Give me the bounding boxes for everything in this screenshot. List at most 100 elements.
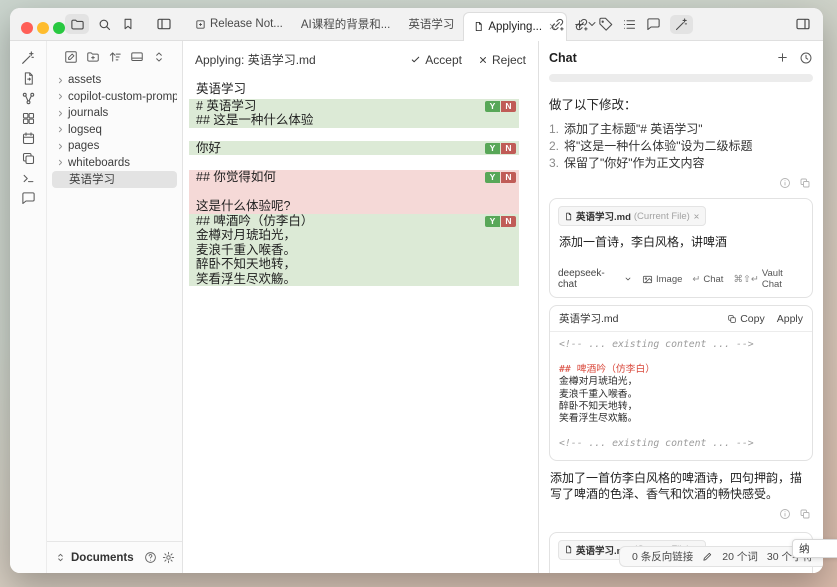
sort-order-icon[interactable] [108,50,122,64]
panel-left-icon [156,16,172,32]
copilot-wand-button[interactable] [670,15,693,34]
tag-icon[interactable] [598,17,613,32]
settings-gear-icon[interactable] [162,551,175,564]
file-icon [564,545,573,554]
code-line: 醉卧不知天地转， [559,401,803,413]
chat-label: Chat [703,274,723,285]
tree-folder-copilot-custom-prompts[interactable]: copilot-custom-prompts [52,89,177,106]
vault-name[interactable]: Documents [71,552,134,564]
tree-folder-logseq[interactable]: logseq [52,122,177,139]
info-icon[interactable] [779,508,791,520]
comments-icon[interactable] [646,17,661,32]
files-view-button[interactable] [65,14,89,34]
chevrons-up-down-icon[interactable] [55,552,66,563]
accept-block-button[interactable]: Y [485,101,500,112]
tree-folder-assets[interactable]: assets [52,72,177,89]
chat-title: Chat [549,51,766,65]
chevron-right-icon [56,92,65,101]
tab-english-study[interactable]: 英语学习 [399,8,463,40]
file-import-icon[interactable] [21,70,36,86]
diff-line: ## 你觉得如何 [196,170,512,185]
image-action[interactable]: Image [642,274,682,285]
code-line: 金樽对月琥珀光， [559,376,803,388]
close-window-button[interactable] [21,22,33,34]
copy-code-button[interactable]: Copy [727,313,765,325]
bookmarks-view-button[interactable] [116,14,140,34]
code-block-body: <!-- ... existing content ... --> ## 啤酒吟… [550,332,812,460]
chip-close-icon[interactable] [693,213,700,220]
tree-folder-journals[interactable]: journals [52,105,177,122]
apply-code-button[interactable]: Apply [777,313,803,325]
comment-icon[interactable] [21,190,36,206]
new-chat-icon[interactable] [776,51,789,64]
word-count[interactable]: 20 个词 [722,549,758,564]
list-marker: 2. [549,139,564,154]
copy-icon[interactable] [799,508,811,520]
panel-bottom-icon[interactable] [130,50,144,64]
vault-chat-action[interactable]: ⌘⇧↵ Vault Chat [733,268,804,290]
copy-label: Copy [740,313,765,325]
search-icon [97,17,112,32]
chat-messages: 做了以下修改： 1. 添加了主标题"# 英语学习" 2. 将"这是一种什么体验"… [539,84,823,573]
code-comment: <!-- ... existing content ... --> [559,438,803,450]
chat-history-icon[interactable] [799,51,813,65]
code-filename: 英语学习.md [559,311,619,326]
add-link-icon[interactable] [550,17,565,32]
minimize-window-button[interactable] [37,22,49,34]
chip-suffix: (Current File) [634,211,690,222]
left-sidebar-toggle-button[interactable] [152,14,176,34]
folder-label: journals [68,107,108,119]
diff-line [196,185,512,200]
file-explorer: assets copilot-custom-prompts journals l… [47,41,183,573]
collapse-all-icon[interactable] [152,50,166,64]
reject-block-button[interactable]: N [501,216,516,227]
reject-block-button[interactable]: N [501,143,516,154]
graph-icon[interactable] [21,90,36,106]
file-label: 英语学习 [69,171,115,187]
accept-block-button[interactable]: Y [485,143,500,154]
context-file-chip[interactable]: 英语学习.md (Current File) [558,206,706,226]
add-embed-icon[interactable] [574,17,589,32]
accept-block-button[interactable]: Y [485,172,500,183]
diff-block-removed: ## 你觉得如何 这是什么体验呢? Y N [189,170,519,214]
accept-button[interactable]: Accept [410,53,462,67]
x-icon [478,55,488,65]
diff-line: 金樽对月琥珀光， [196,228,512,243]
code-block-header: 英语学习.md Copy Apply [550,306,812,332]
diff-block-added-3: ## 啤酒吟（仿李白） 金樽对月琥珀光， 麦浪千重入喉香。 醉卧不知天地转， 笑… [189,214,519,287]
new-folder-icon[interactable] [86,50,100,64]
copy-files-icon[interactable] [21,150,36,166]
chat-send-action[interactable]: ↵ Chat [692,274,723,285]
tab-release-notes[interactable]: Release Not... [186,8,292,40]
model-selector[interactable]: deepseek-chat [558,268,632,290]
copilot-icon[interactable] [20,50,36,66]
outline-list-icon[interactable] [622,17,637,32]
calendar-icon[interactable] [21,130,36,146]
diff-line: 麦浪千重入喉香。 [196,243,512,258]
tab-label: 英语学习 [408,16,454,32]
zoom-window-button[interactable] [53,22,65,34]
magic-wand-icon [674,17,689,32]
chip-filename: 英语学习.md [576,209,631,223]
tree-file-selected[interactable]: 英语学习 [52,171,177,188]
accept-block-button[interactable]: Y [485,216,500,227]
tree-folder-pages[interactable]: pages [52,138,177,155]
reject-block-button[interactable]: N [501,172,516,183]
main-area: assets copilot-custom-prompts journals l… [10,41,823,573]
list-text: 保留了"你好"作为正文内容 [564,156,705,171]
terminal-icon[interactable] [21,170,36,186]
diff-content: 英语学习 # 英语学习 ## 这是一种什么体验 Y N 你好 Y N [183,78,538,286]
info-icon[interactable] [779,177,791,189]
reject-button[interactable]: Reject [478,53,526,67]
new-note-icon[interactable] [64,50,78,64]
right-sidebar-toggle-button[interactable] [795,16,811,32]
blocks-icon[interactable] [21,110,36,126]
search-view-button[interactable] [92,14,116,34]
tab-ai-course[interactable]: AI课程的背景和... [292,8,399,40]
reject-block-button[interactable]: N [501,101,516,112]
help-icon[interactable] [144,551,157,564]
backlinks-count[interactable]: 0 条反向链接 [632,549,693,564]
tab-label: Applying... [488,21,542,33]
copy-icon[interactable] [799,177,811,189]
tree-folder-whiteboards[interactable]: whiteboards [52,155,177,172]
